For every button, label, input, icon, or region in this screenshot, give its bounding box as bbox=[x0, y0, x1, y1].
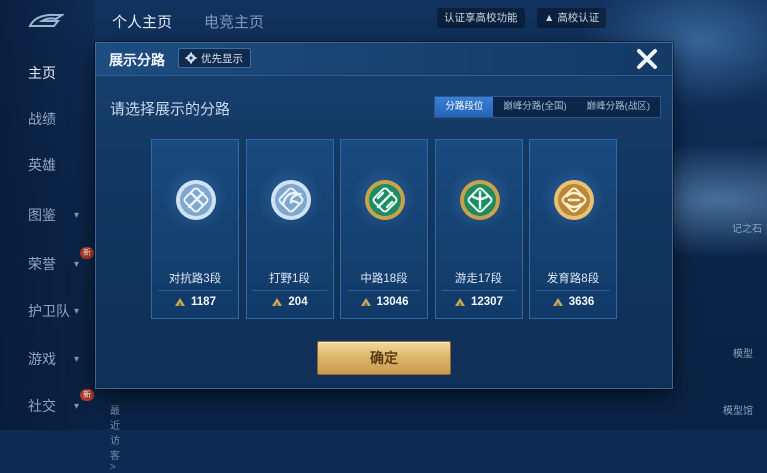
jungle-emblem-icon bbox=[270, 180, 311, 220]
card-divider bbox=[441, 290, 516, 291]
chevron-down-icon: ▾ bbox=[74, 305, 80, 317]
lane-score: 13046 bbox=[341, 296, 427, 308]
sidebar-item-label: 战绩 bbox=[28, 111, 56, 127]
lane-rank-label: 对抗路3段 bbox=[168, 273, 222, 285]
sidebar-item[interactable]: 游戏 ▾ bbox=[0, 344, 95, 374]
priority-display-button[interactable]: 优先显示 bbox=[178, 48, 251, 68]
choose-lane-prompt: 请选择展示的分路 bbox=[110, 101, 231, 118]
modal-header: 展示分路 优先显示 bbox=[96, 43, 672, 76]
lane-rank-label: 打野1段 bbox=[269, 273, 310, 285]
sidebar-item-label: 游戏 bbox=[28, 351, 56, 367]
rank-score-icon bbox=[272, 298, 283, 306]
sidebar-item[interactable]: 荣誉 ▾ 新 bbox=[0, 247, 95, 279]
roam-emblem-icon bbox=[459, 180, 500, 220]
gear-icon bbox=[185, 52, 197, 64]
sidebar-item-label: 荣誉 bbox=[28, 256, 56, 272]
rank-score-icon bbox=[455, 298, 465, 306]
sidebar-item[interactable]: 社交 ▾ 新 bbox=[0, 389, 95, 421]
sidebar-item[interactable]: 英雄 bbox=[0, 150, 95, 180]
chevron-down-icon: ▾ bbox=[74, 353, 80, 365]
lane-card[interactable]: 对抗路3段 1187 bbox=[151, 139, 239, 319]
campus-cert-pill[interactable]: ▲ 高校认证 bbox=[537, 8, 607, 28]
sidebar: 主页 战绩 英雄 图鉴 ▾ 荣誉 ▾ 新护卫队 ▾ 游戏 ▾ 社交 ▾ 新 最近访客> bbox=[0, 0, 120, 473]
sidebar-item[interactable]: 护卫队 ▾ bbox=[0, 296, 95, 326]
tab-peak-region[interactable]: 巅峰分路(战区) bbox=[577, 97, 660, 117]
back-logo-icon[interactable] bbox=[26, 12, 64, 30]
modal-title: 展示分路 bbox=[109, 52, 165, 68]
rank-score-icon bbox=[175, 298, 186, 306]
sidebar-item[interactable]: 图鉴 ▾ bbox=[0, 200, 95, 230]
lane-score-value: 3636 bbox=[568, 296, 595, 308]
lane-card[interactable]: 游走17段 12307 bbox=[434, 139, 523, 319]
chevron-down-icon: ▾ bbox=[74, 258, 80, 270]
tab-peak-national[interactable]: 巅峰分路(全国) bbox=[493, 97, 576, 117]
farm-lane-emblem-icon bbox=[554, 180, 594, 220]
chevron-down-icon: ▾ bbox=[74, 400, 80, 412]
lane-tabs: 分路段位 巅峰分路(全国) 巅峰分路(战区) bbox=[434, 96, 661, 118]
card-divider bbox=[252, 290, 327, 291]
lane-score-value: 12307 bbox=[471, 296, 503, 308]
card-divider bbox=[347, 290, 421, 291]
chevron-down-icon: ▾ bbox=[74, 209, 80, 221]
lane-score-value: 1187 bbox=[191, 296, 216, 308]
new-badge: 新 bbox=[80, 247, 94, 259]
lane-display-modal: 展示分路 优先显示 请选择展示的分路 分路段位 巅峰分路(全国) 巅峰分路(战区… bbox=[95, 42, 673, 389]
close-icon[interactable] bbox=[634, 46, 660, 72]
card-divider bbox=[536, 290, 610, 291]
lane-card[interactable]: 发育路8段 3636 bbox=[529, 139, 617, 319]
lane-score: 12307 bbox=[436, 296, 522, 308]
lane-rank-label: 中路18段 bbox=[360, 273, 408, 285]
new-badge: 新 bbox=[80, 389, 94, 401]
sidebar-item-label: 图鉴 bbox=[28, 207, 56, 223]
lane-score: 1187 bbox=[152, 296, 238, 308]
rank-score-icon bbox=[552, 298, 563, 306]
bg-label-model[interactable]: 模型 bbox=[733, 345, 753, 360]
rank-score-icon bbox=[360, 298, 371, 306]
campus-cert-label: 高校认证 bbox=[557, 12, 600, 24]
lane-score-value: 204 bbox=[288, 296, 308, 308]
sidebar-item-label: 英雄 bbox=[28, 157, 56, 173]
lane-score: 3636 bbox=[530, 296, 616, 308]
sidebar-item[interactable]: 主页 bbox=[0, 58, 95, 88]
lane-score: 204 bbox=[247, 296, 333, 308]
lane-card[interactable]: 中路18段 13046 bbox=[340, 139, 428, 319]
tab-esports-home[interactable]: 电竞主页 bbox=[204, 11, 264, 32]
tab-lane-rank[interactable]: 分路段位 bbox=[435, 97, 494, 117]
card-divider bbox=[158, 290, 232, 291]
priority-display-label: 优先显示 bbox=[201, 52, 243, 65]
mid-lane-emblem-icon bbox=[365, 180, 405, 220]
lane-rank-label: 发育路8段 bbox=[546, 273, 600, 285]
school-icon: ▲ bbox=[544, 12, 558, 24]
lane-rank-label: 游走17段 bbox=[454, 273, 503, 285]
lane-score-value: 13046 bbox=[376, 296, 409, 308]
recent-visitors-link[interactable]: 最近访客> bbox=[110, 402, 120, 473]
sidebar-item[interactable]: 战绩 bbox=[0, 104, 95, 134]
confirm-button[interactable]: 确定 bbox=[317, 341, 451, 375]
tab-personal-home[interactable]: 个人主页 bbox=[112, 11, 172, 32]
bg-label-model-hall[interactable]: 模型馆 bbox=[723, 402, 753, 417]
sidebar-item-label: 主页 bbox=[28, 65, 56, 81]
sidebar-item-label: 社交 bbox=[28, 398, 56, 414]
lane-card[interactable]: 打野1段 204 bbox=[245, 139, 334, 319]
sidebar-item-label: 护卫队 bbox=[28, 303, 70, 319]
bg-label-stone: 记之石 bbox=[732, 224, 762, 235]
clash-lane-emblem-icon bbox=[176, 180, 216, 220]
campus-feature-pill[interactable]: 认证享高校功能 bbox=[437, 8, 525, 28]
